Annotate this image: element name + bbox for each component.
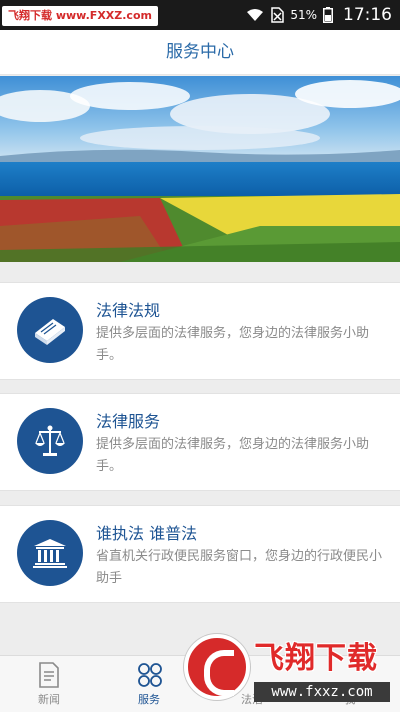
nav-label: 服务 — [138, 693, 160, 706]
no-sim-icon — [271, 7, 285, 23]
news-icon — [39, 662, 59, 688]
service-card-law-enforcement[interactable]: 谁执法 谁普法 省直机关行政便民服务窗口，您身边的行政便民小助手 — [0, 505, 400, 603]
battery-percent: 51% — [290, 8, 317, 22]
banner-image — [0, 76, 400, 262]
watermark-brand: 飞翔下载 — [254, 641, 378, 676]
nav-label: 新闻 — [38, 693, 60, 706]
nav-item-services[interactable]: 服务 — [109, 656, 189, 712]
status-bar: 飞翔下载 www.FXXZ.com 51% 17:16 — [0, 0, 400, 30]
nav-item-news[interactable]: 新闻 — [9, 656, 89, 712]
watermark-logo-icon — [184, 634, 250, 700]
law-book-icon — [17, 297, 83, 363]
battery-icon — [323, 7, 333, 23]
page-title: 服务中心 — [0, 30, 400, 75]
watermark-badge: 飞翔下载 www.FXXZ.com — [2, 6, 158, 26]
status-icons: 51% 17:16 — [246, 0, 392, 30]
clock: 17:16 — [343, 5, 392, 25]
scales-icon — [17, 408, 83, 474]
card-description: 提供多层面的法律服务，您身边的法律服务小助手。 — [96, 437, 370, 474]
card-title: 谁执法 谁普法 — [96, 524, 198, 543]
card-title: 法律法规 — [96, 301, 161, 320]
service-card-legal-services[interactable]: 法律服务 提供多层面的法律服务，您身边的法律服务小助手。 — [0, 393, 400, 491]
service-card-laws[interactable]: 法律法规 提供多层面的法律服务，您身边的法律服务小助手。 — [0, 282, 400, 380]
card-description: 省直机关行政便民服务窗口，您身边的行政便民小助手 — [96, 549, 383, 586]
watermark-overlay: 飞翔下载 www.fxxz.com — [184, 634, 390, 706]
wifi-icon — [247, 9, 264, 21]
government-building-icon — [17, 520, 83, 586]
card-title: 法律服务 — [96, 412, 161, 431]
watermark-url: www.fxxz.com — [254, 682, 390, 702]
card-description: 提供多层面的法律服务，您身边的法律服务小助手。 — [96, 326, 370, 363]
grid-icon — [138, 663, 162, 687]
